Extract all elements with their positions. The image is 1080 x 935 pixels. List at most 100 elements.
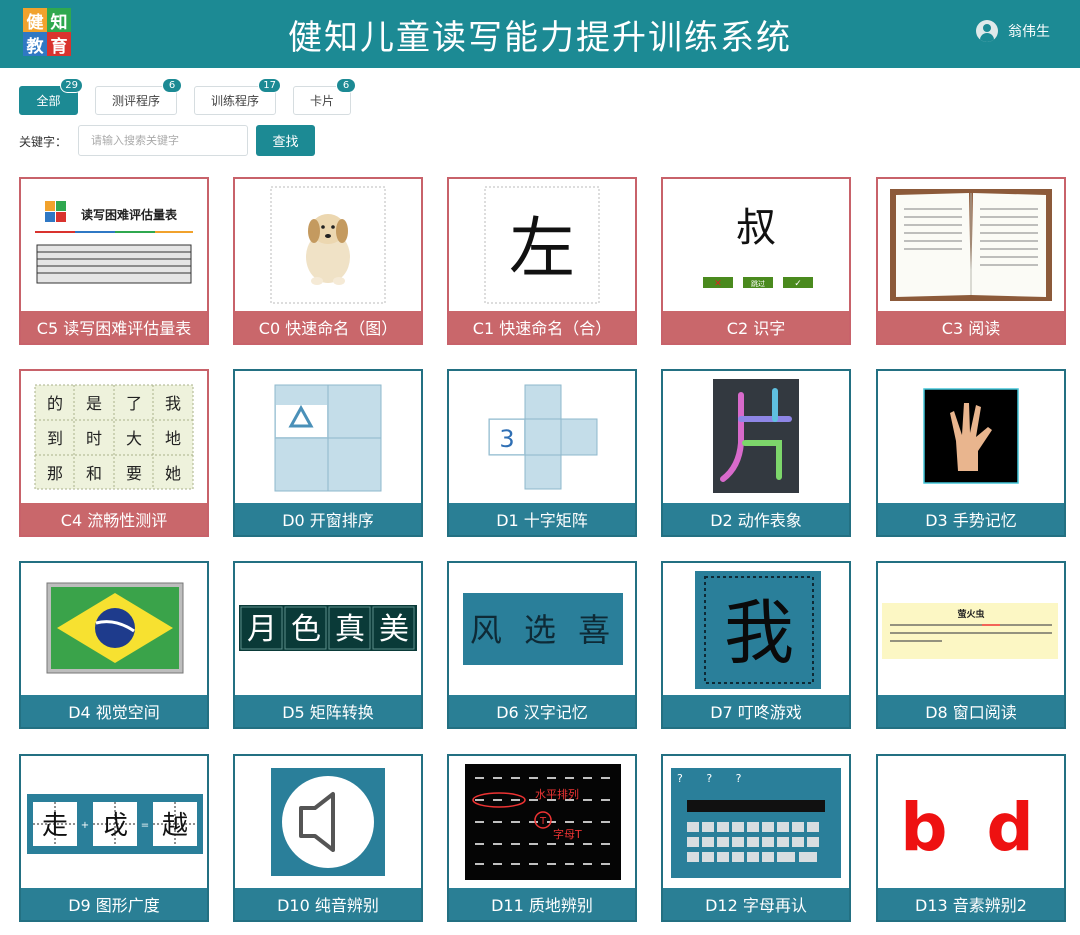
card-label: D11 质地辨别 [449, 888, 635, 920]
grid-char: 到 [47, 429, 63, 448]
keyboard-key [717, 852, 729, 862]
grid-char: 的 [47, 394, 63, 413]
card-label: C5 读写困难评估量表 [21, 311, 207, 343]
keyboard-key [747, 837, 759, 847]
card-label: D8 窗口阅读 [878, 695, 1064, 727]
keyboard-key [747, 822, 759, 832]
cross-matrix-thumbnail: 3 [488, 384, 598, 490]
card-label: D9 图形广度 [21, 888, 207, 920]
thumb-title: 萤火虫 [957, 608, 984, 620]
shape-char: 戉 [102, 811, 128, 841]
thumb-title: 读写困难评估量表 [81, 207, 178, 222]
tab-label: 全部 [36, 94, 61, 108]
keyboard-key [702, 837, 714, 847]
keyboard-key [717, 837, 729, 847]
tab-count-badge: 6 [162, 78, 182, 93]
tab-assessment[interactable]: 测评程序 6 [95, 78, 182, 115]
dog-thumbnail [270, 186, 386, 304]
grid-char: 时 [86, 429, 102, 448]
thumb-letters: b d [900, 789, 1041, 866]
card-label: D2 动作表象 [663, 503, 849, 535]
card-d12[interactable]: ? ? ? D12 字母再认 [661, 754, 851, 922]
card-c0[interactable]: C0 快速命名（图） [233, 177, 423, 345]
card-d8[interactable]: 萤火虫 D8 窗口阅读 [876, 561, 1066, 729]
card-label: C1 快速命名（合） [449, 311, 635, 343]
window-grid-thumbnail [274, 384, 382, 492]
app-header: 健 知 教 育 健知儿童读写能力提升训练系统 翁伟生 [0, 0, 1080, 68]
thumb-number: 3 [499, 425, 514, 453]
svg-text:=: = [141, 820, 149, 831]
speaker-icon [271, 768, 385, 876]
shape-span-thumbnail: + = 走 戉 越 [27, 794, 203, 854]
search-input[interactable] [78, 125, 248, 156]
thumb-chars: 风 选 喜 [470, 611, 616, 649]
keyboard-key [777, 837, 789, 847]
card-label: D1 十字矩阵 [449, 503, 635, 535]
card-d13[interactable]: b d D13 音素辨别2 [876, 754, 1066, 922]
book-thumbnail [890, 189, 1052, 301]
char-grid-thumbnail: 的 是 了 我 到 时 大 地 那 和 要 她 [34, 384, 194, 490]
keyboard-key [732, 852, 744, 862]
grid-char: 要 [126, 464, 142, 483]
card-d0[interactable]: D0 开窗排序 [233, 369, 423, 537]
card-d10[interactable]: D10 纯音辨别 [233, 754, 423, 922]
card-d3[interactable]: D3 手势记忆 [876, 369, 1066, 537]
card-d2[interactable]: D2 动作表象 [661, 369, 851, 537]
window-reading-thumbnail: 萤火虫 [882, 603, 1058, 659]
tab-all[interactable]: 全部 29 [19, 78, 83, 115]
card-c4[interactable]: 的 是 了 我 到 时 大 地 那 和 要 她 C4 流畅性测评 [19, 369, 209, 537]
keyboard-key [807, 822, 819, 832]
keyboard-key [702, 822, 714, 832]
card-d4[interactable]: D4 视觉空间 [19, 561, 209, 729]
keyboard-keys [687, 822, 819, 862]
keyboard-key [762, 852, 774, 862]
card-d7[interactable]: 我 D7 叮咚游戏 [661, 561, 851, 729]
stroke-motion-thumbnail [713, 379, 799, 493]
grid-char: 是 [86, 394, 102, 413]
user-menu[interactable]: 翁伟生 [976, 20, 1050, 42]
tab-label: 测评程序 [111, 94, 160, 108]
tab-cards[interactable]: 卡片 6 [293, 78, 356, 115]
grid-char: 和 [86, 464, 102, 483]
wrong-button-icon: ✕ [714, 279, 722, 289]
annotation-text: T [539, 816, 547, 827]
card-c5[interactable]: 读写困难评估量表 C5 读写困难评估量表 [19, 177, 209, 345]
skip-button-text: 跳过 [751, 279, 765, 288]
card-d9[interactable]: + = 走 戉 越 D9 图形广度 [19, 754, 209, 922]
check-button-icon: ✓ [794, 279, 802, 289]
card-label: C0 快速命名（图） [235, 311, 421, 343]
card-c3[interactable]: C3 阅读 [876, 177, 1066, 345]
card-label: D6 汉字记忆 [449, 695, 635, 727]
thumb-char: 左 [509, 210, 575, 287]
card-c2[interactable]: 叔 ✕ 跳过 ✓ C2 识字 [661, 177, 851, 345]
card-d11[interactable]: 水平排列 T 字母T D11 质地辨别 [447, 754, 637, 922]
grid-char: 我 [165, 394, 181, 413]
card-c1[interactable]: 左 C1 快速命名（合） [447, 177, 637, 345]
matrix-char: 美 [379, 612, 409, 647]
char-memory-thumbnail: 风 选 喜 [463, 593, 623, 665]
tab-label: 训练程序 [210, 94, 259, 108]
card-label: D0 开窗排序 [235, 503, 421, 535]
search-button[interactable]: 查找 [256, 125, 315, 156]
card-label: D10 纯音辨别 [235, 888, 421, 920]
tab-count-badge: 29 [60, 78, 83, 93]
keyboard-key [717, 822, 729, 832]
thumb-text: ? ? ? [677, 772, 752, 785]
annotation-text: 水平排列 [535, 787, 579, 801]
ding-dong-thumbnail: 我 [695, 571, 821, 689]
annotation-text: 字母T [553, 827, 582, 841]
thumb-char: 叔 [736, 205, 776, 251]
shape-char: 越 [162, 811, 188, 841]
char-matrix-thumbnail: 月 色 真 美 [239, 605, 417, 651]
keyboard-key [732, 837, 744, 847]
tab-training[interactable]: 训练程序 17 [194, 78, 281, 115]
card-label: C3 阅读 [878, 311, 1064, 343]
card-d1[interactable]: 3 D1 十字矩阵 [447, 369, 637, 537]
card-d5[interactable]: 月 色 真 美 D5 矩阵转换 [233, 561, 423, 729]
user-avatar-icon [976, 20, 998, 42]
literacy-thumbnail: 叔 ✕ 跳过 ✓ [703, 205, 813, 289]
card-d6[interactable]: 风 选 喜 D6 汉字记忆 [447, 561, 637, 729]
card-label: C4 流畅性测评 [21, 503, 207, 535]
card-label: D12 字母再认 [663, 888, 849, 920]
card-label: D13 音素辨别2 [878, 888, 1064, 920]
